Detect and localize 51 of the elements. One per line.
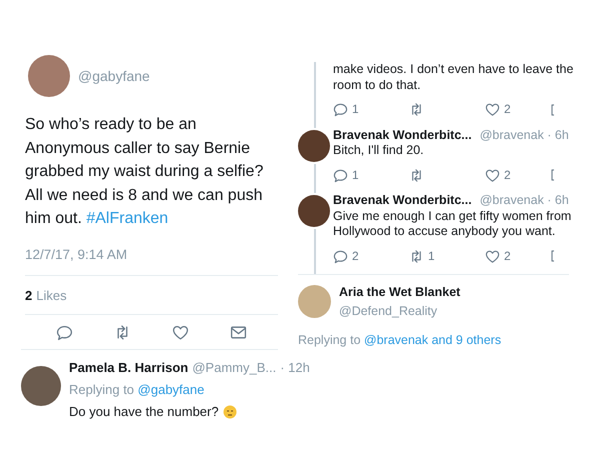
reply-count: 1 (352, 102, 359, 118)
user-handle: @Pammy_B... (192, 359, 276, 378)
like-count: 2 (504, 102, 511, 118)
reply-icon[interactable] (333, 168, 348, 183)
avatar-photo (298, 285, 331, 318)
heart-icon[interactable] (485, 248, 500, 264)
cropped-icon (551, 169, 555, 182)
reply-icon[interactable] (333, 102, 348, 118)
user-name: Bravenak Wonderbitc... (333, 193, 472, 208)
cropped-icon (551, 104, 555, 116)
user-handle: @bravenak · 6h (480, 128, 569, 143)
retweet-count: 1 (428, 248, 435, 264)
user-handle: @Defend_Reality (339, 302, 438, 320)
heart-icon[interactable] (485, 102, 500, 118)
user-name: Aria the Wet Blanket (339, 284, 460, 301)
retweet-icon[interactable] (409, 102, 424, 118)
user-name: Pamela B. Harrison (69, 359, 188, 378)
mention-link[interactable]: @gabyfane (138, 382, 204, 397)
retweet-icon[interactable] (409, 168, 424, 183)
avatar-photo (298, 130, 330, 162)
reply-count: 1 (352, 168, 359, 183)
emoji-icon (222, 405, 237, 419)
retweet-icon[interactable] (409, 248, 424, 264)
like-count: 2 (504, 168, 511, 183)
hashtag-link[interactable]: #AlFranken (86, 210, 168, 227)
user-handle: @bravenak · 6h (480, 193, 569, 208)
reply-text: Do you have the number? (69, 403, 219, 422)
tweet-timestamp: 12/7/17, 9:14 AM (25, 246, 128, 264)
tweet-text: So who’s ready to be an Anonymous caller to say Bernie grabbed my waist during a selfie? All we need is 8 and we can push him out. #AlFranken (25, 115, 264, 229)
reply-count: 2 (352, 248, 359, 264)
like-count: 2 (504, 248, 511, 264)
replying-to-text: Replying to @gabyfane (69, 380, 206, 399)
tweet-time: · 12h (280, 359, 310, 378)
heart-icon[interactable] (172, 324, 190, 342)
reply-text: make videos. I don’t even have to leave the room to do that. (333, 62, 574, 93)
reply-icon[interactable] (333, 248, 348, 264)
reply-text: Bitch, I'll find 20. (333, 143, 425, 158)
cropped-icon (551, 250, 555, 262)
avatar-photo (21, 366, 61, 406)
mention-link[interactable]: @bravenak and 9 others (364, 332, 502, 346)
likes-count: 2 (25, 286, 32, 305)
avatar-photo (28, 55, 70, 97)
replying-to-text: Replying to @bravenak and 9 others (298, 332, 502, 349)
reply-icon[interactable] (56, 324, 73, 342)
avatar-photo (298, 195, 330, 227)
reply-text: Give me enough I can get fifty women from Hollywood to accuse anybody you want. (333, 208, 572, 240)
user-handle: @gabyfane (78, 66, 150, 86)
likes-label: Likes (36, 286, 67, 305)
mail-icon[interactable] (230, 324, 248, 342)
heart-icon[interactable] (485, 168, 500, 183)
user-name: Bravenak Wonderbitc... (333, 128, 472, 143)
